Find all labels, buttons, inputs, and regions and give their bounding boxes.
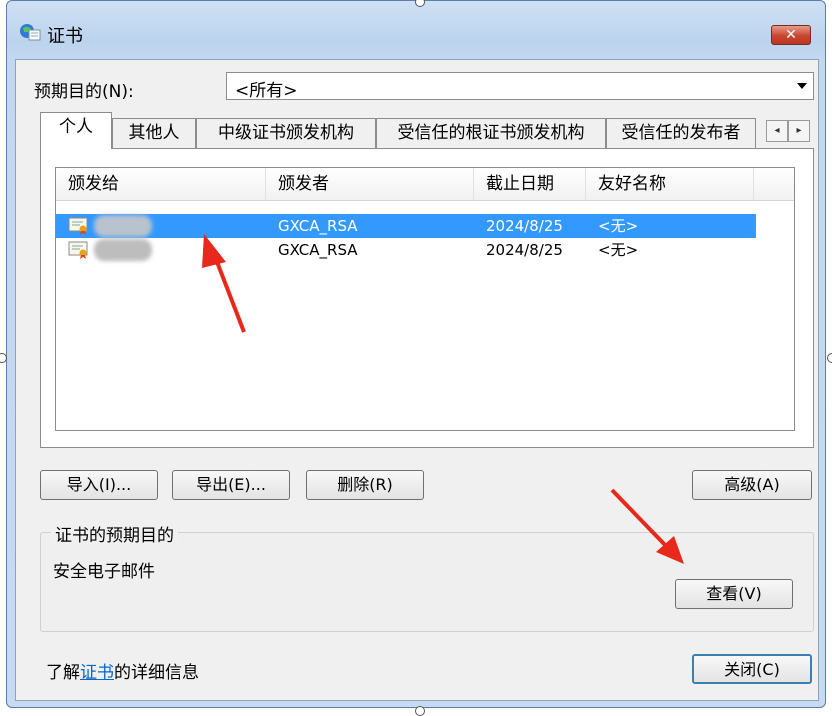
tab-personal[interactable]: 个人 xyxy=(40,112,112,149)
issued-by-cell: GXCA_RSA xyxy=(278,241,358,259)
group-title: 证书的预期目的 xyxy=(51,521,178,546)
import-button[interactable]: 导入(I)... xyxy=(40,470,158,500)
certificate-icon xyxy=(68,241,88,259)
certificate-link[interactable]: 证书 xyxy=(80,663,114,683)
tab-trusted-publishers[interactable]: 受信任的发布者 xyxy=(606,118,756,148)
learn-more-prefix: 了解 xyxy=(46,663,80,683)
expiration-cell: 2024/8/25 xyxy=(486,241,563,259)
tab-scroll-left-icon[interactable]: ◂ xyxy=(766,120,788,142)
list-header: 颁发给 颁发者 截止日期 友好名称 xyxy=(56,168,794,201)
title-bar: 证书 ✕ xyxy=(7,1,825,55)
window-title: 证书 xyxy=(47,26,83,47)
advanced-button[interactable]: 高级(A) xyxy=(692,470,812,500)
expiration-cell: 2024/8/25 xyxy=(486,217,563,235)
resize-handle[interactable] xyxy=(415,706,425,716)
tab-trusted-root-ca[interactable]: 受信任的根证书颁发机构 xyxy=(376,118,606,148)
certificates-dialog: 证书 ✕ 预期目的(N): <所有> 个人 其他人 中级证书颁发机构 受信任的根… xyxy=(6,0,826,708)
intended-purpose-select[interactable]: <所有> xyxy=(226,72,814,101)
intended-purpose-value: <所有> xyxy=(235,81,298,101)
certificate-app-icon xyxy=(20,24,41,41)
view-button[interactable]: 查看(V) xyxy=(675,579,793,609)
intended-purpose-label: 预期目的(N): xyxy=(34,82,134,102)
certificate-list[interactable]: 颁发给 颁发者 截止日期 友好名称 GXCA_RSA 2024/8/25 <无> xyxy=(55,167,795,431)
tab-other-people[interactable]: 其他人 xyxy=(112,118,196,148)
certificate-icon xyxy=(68,217,88,235)
resize-handle[interactable] xyxy=(827,353,832,363)
delete-button[interactable]: 删除(R) xyxy=(306,470,424,500)
learn-more-suffix: 的详细信息 xyxy=(114,663,199,683)
close-icon: ✕ xyxy=(785,27,797,43)
close-window-button[interactable]: ✕ xyxy=(771,25,811,45)
export-button[interactable]: 导出(E)... xyxy=(172,470,290,500)
certificate-purposes-group: 证书的预期目的 安全电子邮件 查看(V) xyxy=(40,521,814,632)
column-issued-to[interactable]: 颁发给 xyxy=(56,168,266,200)
learn-more-text: 了解证书的详细信息 xyxy=(46,658,199,683)
friendly-name-cell: <无> xyxy=(598,241,639,259)
purposes-text: 安全电子邮件 xyxy=(53,562,155,582)
dialog-client-area: 预期目的(N): <所有> 个人 其他人 中级证书颁发机构 受信任的根证书颁发机… xyxy=(15,59,819,701)
tab-panel-personal: 颁发给 颁发者 截止日期 友好名称 GXCA_RSA 2024/8/25 <无> xyxy=(40,148,814,448)
certificate-row[interactable]: GXCA_RSA 2024/8/25 <无> xyxy=(56,238,756,262)
column-expiration-date[interactable]: 截止日期 xyxy=(474,168,586,200)
issued-to-redacted xyxy=(94,215,152,237)
close-button[interactable]: 关闭(C) xyxy=(692,654,812,684)
certificate-row[interactable]: GXCA_RSA 2024/8/25 <无> xyxy=(56,214,756,238)
tab-scroll-right-icon[interactable]: ▸ xyxy=(788,120,810,142)
issued-to-redacted xyxy=(94,239,152,261)
tab-intermediate-ca[interactable]: 中级证书颁发机构 xyxy=(196,118,376,148)
issued-by-cell: GXCA_RSA xyxy=(278,217,358,235)
chevron-down-icon xyxy=(797,83,807,89)
friendly-name-cell: <无> xyxy=(598,217,639,235)
column-friendly-name[interactable]: 友好名称 xyxy=(586,168,754,200)
column-issued-by[interactable]: 颁发者 xyxy=(266,168,474,200)
